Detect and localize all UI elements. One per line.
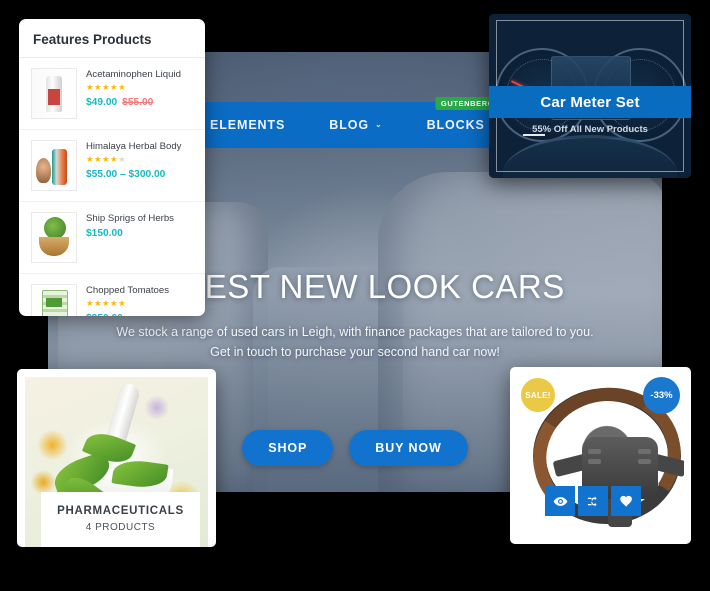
shop-button[interactable]: SHOP — [242, 430, 334, 466]
nav-item-elements[interactable]: ELEMENTS — [188, 118, 307, 132]
product-price: $350.00 — [86, 313, 195, 316]
chevron-down-icon: ⌄ — [374, 120, 383, 129]
screenshot-stage: ELEMENTS BLOG⌄ GUTENBERG BLOCKS⌄ CONTACT… — [0, 0, 710, 591]
product-name[interactable]: Himalaya Herbal Body — [86, 141, 195, 153]
category-label-box: PHARMACEUTICALS 4 PRODUCTS — [41, 492, 200, 547]
star-rating-icon: ★★★★★ — [86, 297, 127, 308]
product-info: Ship Sprigs of Herbs $150.00 — [86, 212, 195, 239]
featured-products-list: Acetaminophen Liquid ★★★★★ $49.00 $55.00 … — [19, 58, 205, 316]
nav-label: BLOCKS — [426, 118, 485, 132]
discount-badge: -33% — [643, 377, 680, 414]
star-rating-icon: ★★★★★ — [86, 153, 127, 164]
featured-products-widget: Features Products Acetaminophen Liquid ★… — [19, 19, 205, 316]
product-thumbnail — [31, 140, 77, 191]
widget-header: Features Products — [19, 19, 205, 58]
card-title: Car Meter Set — [540, 93, 640, 111]
list-item[interactable]: Acetaminophen Liquid ★★★★★ $49.00 $55.00 — [19, 58, 205, 130]
widget-title: Features Products — [33, 32, 152, 47]
car-meter-card[interactable]: Car Meter Set 55% Off All New Products — [489, 14, 691, 178]
product-action-bar — [545, 486, 641, 516]
quick-view-button[interactable] — [545, 486, 575, 516]
product-card-steering-wheel[interactable]: SALE! -33% — [510, 367, 691, 544]
category-product-count: 4 PRODUCTS — [85, 522, 156, 533]
eye-icon — [553, 496, 567, 506]
product-thumbnail — [31, 68, 77, 119]
list-item[interactable]: Ship Sprigs of Herbs $150.00 — [19, 202, 205, 274]
compare-button[interactable] — [578, 486, 608, 516]
buy-now-button[interactable]: BUY NOW — [349, 430, 468, 466]
wheel-control-button — [638, 449, 651, 454]
card-subtitle: 55% Off All New Products — [532, 124, 648, 135]
product-name[interactable]: Chopped Tomatoes — [86, 285, 195, 297]
star-rating-icon: ★★★★★ — [86, 81, 127, 92]
product-card-inner: SALE! -33% — [517, 374, 684, 537]
nav-item-blog[interactable]: BLOG ⌄ — [307, 118, 404, 132]
product-old-price: $55.00 — [122, 96, 154, 108]
wheel-control-button — [588, 459, 601, 464]
product-info: Chopped Tomatoes ★★★★★ $350.00 — [86, 284, 195, 316]
wheel-control-button — [638, 459, 651, 464]
wheel-control-button — [588, 449, 601, 454]
compare-icon — [587, 496, 597, 506]
list-item[interactable]: Chopped Tomatoes ★★★★★ $350.00 — [19, 274, 205, 316]
product-thumbnail — [31, 212, 77, 263]
sale-badge: SALE! — [521, 378, 555, 412]
wishlist-button[interactable] — [611, 486, 641, 516]
product-name[interactable]: Acetaminophen Liquid — [86, 69, 195, 81]
list-item[interactable]: Himalaya Herbal Body ★★★★★ $55.00 – $300… — [19, 130, 205, 202]
nav-label: ELEMENTS — [210, 118, 286, 132]
nav-label: BLOG — [329, 118, 369, 132]
product-price: $150.00 — [86, 227, 123, 239]
product-name[interactable]: Ship Sprigs of Herbs — [86, 213, 195, 225]
category-card-pharmaceuticals[interactable]: PHARMACEUTICALS 4 PRODUCTS — [17, 369, 216, 547]
hero-subtitle: We stock a range of used cars in Leigh, … — [116, 324, 594, 359]
product-thumbnail — [31, 284, 77, 316]
category-title: PHARMACEUTICALS — [57, 505, 184, 517]
product-price: $55.00 – $300.00 — [86, 168, 166, 180]
product-info: Himalaya Herbal Body ★★★★★ $55.00 – $300… — [86, 140, 195, 180]
product-info: Acetaminophen Liquid ★★★★★ $49.00 $55.00 — [86, 68, 195, 108]
heart-icon — [619, 495, 632, 507]
card-title-banner: Car Meter Set — [489, 86, 691, 118]
product-price: $49.00 $55.00 — [86, 96, 154, 108]
